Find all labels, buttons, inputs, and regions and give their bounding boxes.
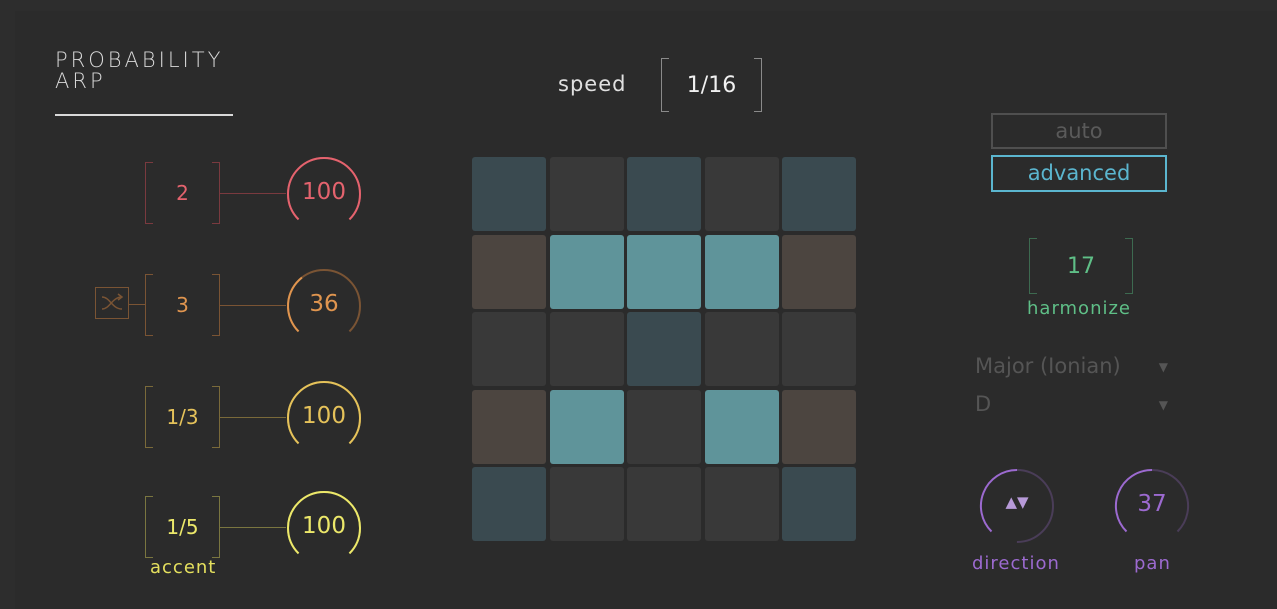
- division-value: 1/5: [166, 515, 199, 539]
- probability-value: 100: [302, 179, 346, 205]
- speed-value: 1/16: [686, 73, 737, 98]
- harmonize-label: harmonize: [1027, 298, 1132, 319]
- shuffle-icon: [101, 293, 124, 310]
- direction-label: direction: [972, 553, 1060, 574]
- key-dropdown[interactable]: D ▼: [975, 392, 1168, 420]
- probability-value: 100: [302, 403, 346, 429]
- chevron-down-icon: ▼: [1158, 398, 1168, 412]
- grid-cell[interactable]: [782, 157, 856, 231]
- probability-value: 100: [302, 513, 346, 539]
- grid-cell[interactable]: [549, 157, 624, 231]
- direction-knob[interactable]: ▲▼: [978, 467, 1056, 545]
- row-connector: [220, 417, 286, 418]
- grid-cell[interactable]: [549, 234, 624, 309]
- grid-cell[interactable]: [704, 467, 779, 541]
- grid-cell[interactable]: [627, 389, 701, 464]
- row-connector: [220, 305, 286, 306]
- chevron-down-icon: ▼: [1158, 360, 1168, 374]
- speed-label: speed: [558, 72, 627, 96]
- row-connector: [220, 527, 286, 528]
- title-underline: [55, 114, 233, 116]
- grid-cell[interactable]: [782, 312, 856, 386]
- grid-cell[interactable]: [704, 157, 779, 231]
- grid-cell[interactable]: [782, 467, 856, 541]
- grid-cell[interactable]: [627, 467, 701, 541]
- division-box-1[interactable]: 2: [145, 162, 220, 224]
- auto-button[interactable]: auto: [991, 113, 1167, 149]
- grid-cell[interactable]: [704, 389, 779, 464]
- probability-knob-3[interactable]: 100: [285, 379, 363, 457]
- probability-knob-2[interactable]: 36: [285, 267, 363, 345]
- scale-dropdown[interactable]: Major (Ionian) ▼: [975, 354, 1168, 382]
- grid-cell[interactable]: [704, 312, 779, 386]
- advanced-button[interactable]: advanced: [991, 155, 1167, 192]
- scale-selected: Major (Ionian): [975, 354, 1121, 378]
- probability-value: 36: [309, 291, 339, 317]
- grid-cell[interactable]: [627, 234, 701, 309]
- harmonize-value-box[interactable]: 17: [1029, 238, 1133, 294]
- probability-knob-4[interactable]: 100: [285, 489, 363, 567]
- pan-label: pan: [1134, 553, 1171, 574]
- grid-cell[interactable]: [704, 234, 779, 309]
- division-box-4[interactable]: 1/5: [145, 496, 220, 558]
- division-box-3[interactable]: 1/3: [145, 386, 220, 448]
- division-box-2[interactable]: 3: [145, 274, 220, 336]
- grid-cell[interactable]: [472, 389, 546, 464]
- division-value: 2: [176, 181, 189, 205]
- probability-knob-1[interactable]: 100: [285, 155, 363, 233]
- speed-value-box[interactable]: 1/16: [661, 58, 762, 112]
- division-value: 3: [176, 293, 189, 317]
- direction-icon: ▲▼: [1005, 493, 1029, 511]
- grid-cell[interactable]: [549, 389, 624, 464]
- row-connector: [220, 193, 286, 194]
- grid-cell[interactable]: [549, 467, 624, 541]
- title-line-1: PROBABILITY: [55, 48, 224, 72]
- grid-cell[interactable]: [549, 312, 624, 386]
- app-title: PROBABILITY ARP: [55, 50, 223, 92]
- shuffle-connector: [129, 304, 145, 305]
- grid-cell[interactable]: [627, 157, 701, 231]
- grid-cell[interactable]: [627, 312, 701, 386]
- accent-label: accent: [150, 557, 217, 578]
- division-value: 1/3: [166, 405, 199, 429]
- grid-cell[interactable]: [472, 312, 546, 386]
- grid-cell[interactable]: [782, 389, 856, 464]
- grid-cell[interactable]: [472, 157, 546, 231]
- grid-cell[interactable]: [782, 234, 856, 309]
- grid-cell[interactable]: [472, 467, 546, 541]
- title-line-2: ARP: [55, 69, 106, 93]
- key-selected: D: [975, 392, 992, 416]
- harmonize-value: 17: [1067, 254, 1095, 279]
- grid-cell[interactable]: [472, 234, 546, 309]
- shuffle-button[interactable]: [95, 287, 129, 319]
- pan-knob[interactable]: 37: [1113, 467, 1191, 545]
- pan-value: 37: [1137, 491, 1167, 517]
